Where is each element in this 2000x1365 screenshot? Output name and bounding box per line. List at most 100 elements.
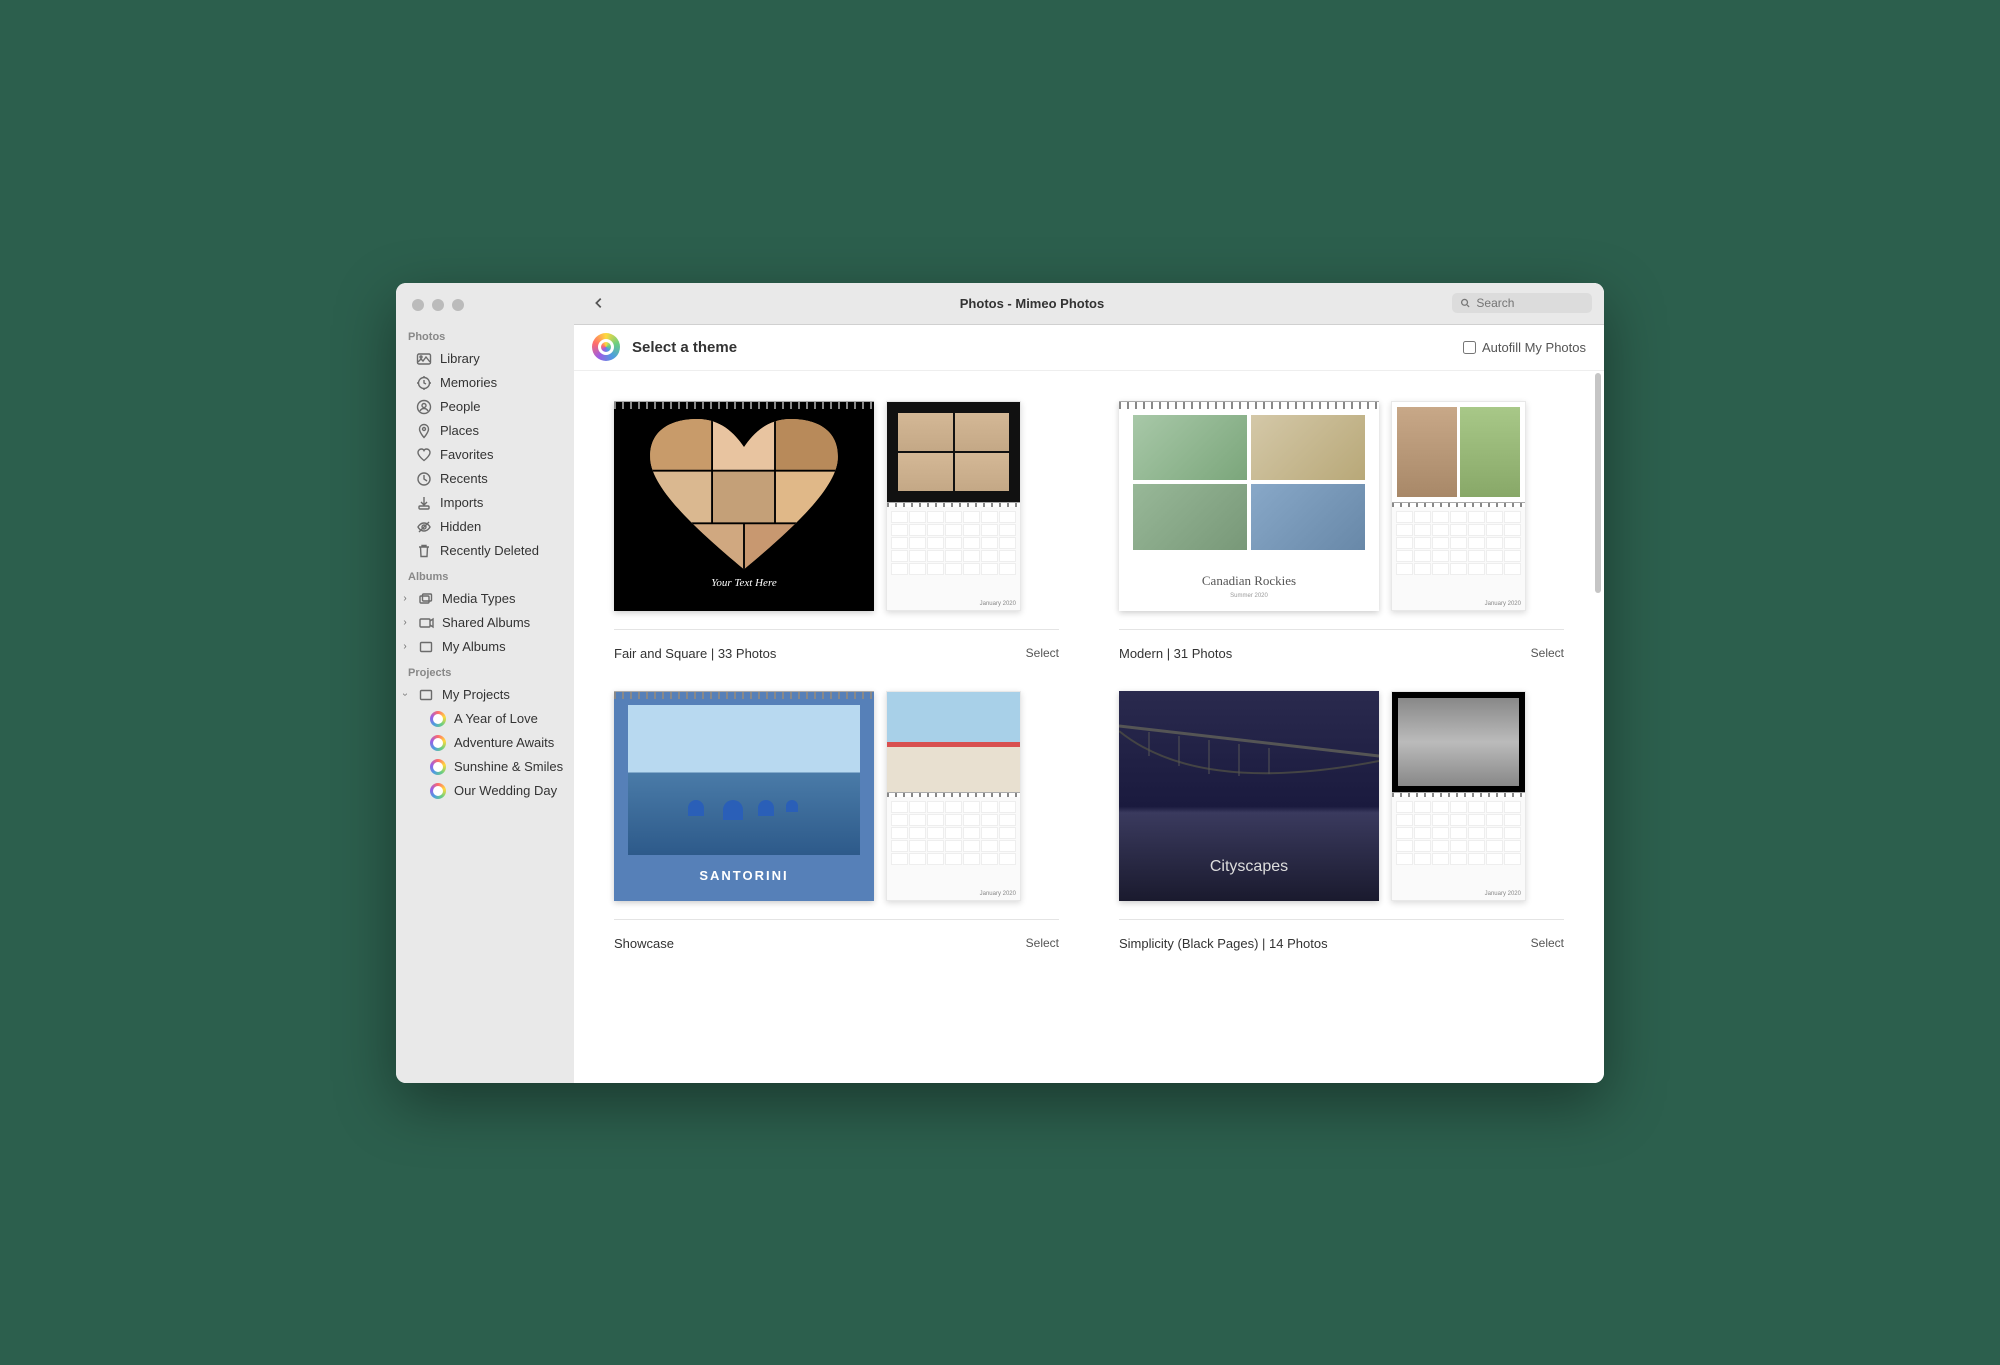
- back-button[interactable]: [586, 290, 612, 316]
- calendar-photo-area: [887, 402, 1020, 502]
- zoom-traffic-light[interactable]: [452, 299, 464, 311]
- stack-icon: [418, 591, 434, 607]
- theme-card-fair-and-square: Your Text Here January 2020: [614, 401, 1059, 661]
- project-icon: [430, 783, 446, 799]
- select-button[interactable]: Select: [1026, 936, 1059, 950]
- sidebar-item-library[interactable]: Library: [396, 347, 574, 371]
- mimeo-logo-icon: [592, 333, 620, 361]
- sidebar-item-people[interactable]: People: [396, 395, 574, 419]
- cover-title: Cityscapes: [1119, 858, 1379, 876]
- sidebar-item-places[interactable]: Places: [396, 419, 574, 443]
- heart-collage: [649, 419, 839, 574]
- sidebar-item-recently-deleted[interactable]: Recently Deleted: [396, 539, 574, 563]
- calendar-grid: January 2020: [1392, 797, 1525, 900]
- spiral-binding: [1119, 401, 1379, 409]
- import-icon: [416, 495, 432, 511]
- theme-previews: Cityscapes January 2020: [1119, 691, 1564, 920]
- calendar-month-label: January 2020: [1485, 891, 1521, 897]
- theme-name: Modern | 31 Photos: [1119, 646, 1232, 661]
- scrollbar-thumb[interactable]: [1595, 373, 1601, 593]
- theme-cover[interactable]: Cityscapes: [1119, 691, 1379, 901]
- sidebar-section-albums: Albums: [396, 563, 574, 587]
- select-button[interactable]: Select: [1531, 646, 1564, 660]
- sidebar-item-hidden[interactable]: Hidden: [396, 515, 574, 539]
- sidebar-project-item[interactable]: A Year of Love: [396, 707, 574, 731]
- select-button[interactable]: Select: [1531, 936, 1564, 950]
- chevron-right-icon[interactable]: ›: [400, 617, 410, 628]
- calendar-preview[interactable]: January 2020: [886, 401, 1021, 611]
- cover-subtitle: Summer 2020: [1119, 593, 1379, 599]
- autofill-input[interactable]: [1463, 341, 1476, 354]
- places-icon: [416, 423, 432, 439]
- sidebar-item-my-albums[interactable]: › My Albums: [396, 635, 574, 659]
- theme-grid: Your Text Here January 2020: [614, 401, 1564, 951]
- sidebar-label: Memories: [440, 375, 497, 390]
- window-title: Photos - Mimeo Photos: [624, 296, 1440, 311]
- theme-meta: Modern | 31 Photos Select: [1119, 630, 1564, 661]
- search-field[interactable]: [1452, 293, 1592, 313]
- main-panel: Photos - Mimeo Photos Select a theme Aut…: [574, 283, 1604, 1083]
- theme-cover[interactable]: Canadian Rockies Summer 2020: [1119, 401, 1379, 611]
- cover-photo-grid: [1133, 415, 1365, 550]
- theme-cover[interactable]: SANTORINI: [614, 691, 874, 901]
- sidebar-item-imports[interactable]: Imports: [396, 491, 574, 515]
- chevron-right-icon[interactable]: ›: [400, 641, 410, 652]
- window-controls: [396, 283, 574, 323]
- calendar-grid: January 2020: [887, 797, 1020, 900]
- sidebar-item-media-types[interactable]: ›Media Types: [396, 587, 574, 611]
- autofill-checkbox[interactable]: Autofill My Photos: [1463, 340, 1586, 355]
- subheader: Select a theme Autofill My Photos: [574, 325, 1604, 371]
- sidebar-item-my-projects[interactable]: ›My Projects: [396, 683, 574, 707]
- sidebar-project-item[interactable]: Our Wedding Day: [396, 779, 574, 803]
- select-button[interactable]: Select: [1026, 646, 1059, 660]
- sidebar-project-item[interactable]: Adventure Awaits: [396, 731, 574, 755]
- sidebar-label: Favorites: [440, 447, 493, 462]
- close-traffic-light[interactable]: [412, 299, 424, 311]
- shared-icon: [418, 615, 434, 631]
- sidebar: Photos Library Memories People Places Fa…: [396, 283, 574, 1083]
- sidebar-label: Imports: [440, 495, 483, 510]
- search-input[interactable]: [1476, 296, 1584, 310]
- calendar-month-label: January 2020: [1485, 601, 1521, 607]
- theme-previews: Canadian Rockies Summer 2020 January 202…: [1119, 401, 1564, 630]
- theme-meta: Showcase Select: [614, 920, 1059, 951]
- sidebar-item-memories[interactable]: Memories: [396, 371, 574, 395]
- sidebar-project-item[interactable]: Sunshine & Smiles: [396, 755, 574, 779]
- calendar-preview[interactable]: January 2020: [1391, 401, 1526, 611]
- sidebar-section-photos: Photos: [396, 323, 574, 347]
- sidebar-item-recents[interactable]: Recents: [396, 467, 574, 491]
- theme-cover[interactable]: Your Text Here: [614, 401, 874, 611]
- toolbar: Photos - Mimeo Photos: [574, 283, 1604, 325]
- project-icon: [430, 711, 446, 727]
- calendar-preview[interactable]: January 2020: [886, 691, 1021, 901]
- theme-name: Showcase: [614, 936, 674, 951]
- hidden-icon: [416, 519, 432, 535]
- cover-photo: [628, 705, 860, 855]
- memories-icon: [416, 375, 432, 391]
- calendar-preview[interactable]: January 2020: [1391, 691, 1526, 901]
- chevron-right-icon[interactable]: ›: [400, 593, 410, 604]
- theme-card-showcase: SANTORINI January 2020 Showcase: [614, 691, 1059, 951]
- sidebar-section-projects: Projects: [396, 659, 574, 683]
- sidebar-item-favorites[interactable]: Favorites: [396, 443, 574, 467]
- sidebar-label: My Albums: [442, 639, 506, 654]
- sidebar-item-shared-albums[interactable]: ›Shared Albums: [396, 611, 574, 635]
- album-icon: [418, 639, 434, 655]
- theme-previews: SANTORINI January 2020: [614, 691, 1059, 920]
- theme-meta: Fair and Square | 33 Photos Select: [614, 630, 1059, 661]
- calendar-photo-area: [1392, 402, 1525, 502]
- theme-grid-scroll[interactable]: Your Text Here January 2020: [574, 371, 1604, 1083]
- heart-icon: [416, 447, 432, 463]
- projects-icon: [418, 687, 434, 703]
- sidebar-label: Places: [440, 423, 479, 438]
- calendar-photo-area: [1392, 692, 1525, 792]
- theme-card-modern: Canadian Rockies Summer 2020 January 202…: [1119, 401, 1564, 661]
- search-icon: [1460, 297, 1470, 309]
- calendar-month-label: January 2020: [980, 891, 1016, 897]
- chevron-down-icon[interactable]: ›: [400, 690, 411, 700]
- sidebar-label: Library: [440, 351, 480, 366]
- theme-meta: Simplicity (Black Pages) | 14 Photos Sel…: [1119, 920, 1564, 951]
- theme-previews: Your Text Here January 2020: [614, 401, 1059, 630]
- sidebar-label: Recently Deleted: [440, 543, 539, 558]
- minimize-traffic-light[interactable]: [432, 299, 444, 311]
